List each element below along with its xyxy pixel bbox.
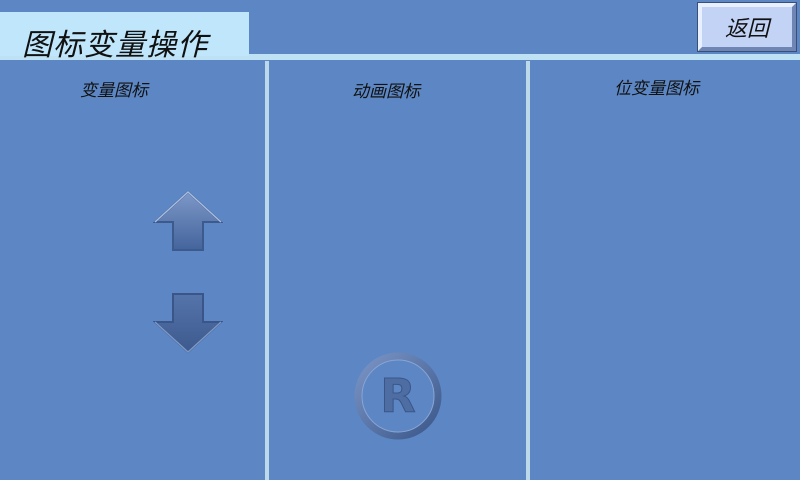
back-button[interactable]: 返回	[698, 3, 796, 51]
hmi-screen: 图标变量操作 返回 变量图标 动画图标 位变量图标 R	[0, 0, 800, 480]
panel-divider	[265, 61, 269, 480]
panel-divider	[526, 61, 530, 480]
panel-label-variable-icon: 变量图标	[80, 81, 148, 101]
arrow-down-icon	[153, 292, 223, 354]
arrow-up-icon	[153, 190, 223, 252]
registered-mark-icon: R	[352, 350, 444, 442]
panel-label-bit-variable-icon: 位变量图标	[614, 79, 699, 99]
title-box: 图标变量操作	[0, 12, 249, 63]
back-button-label: 返回	[724, 17, 769, 42]
registered-mark-glyph: R	[380, 369, 415, 423]
page-title: 图标变量操作	[22, 28, 208, 63]
panel-label-animation-icon: 动画图标	[352, 82, 420, 102]
